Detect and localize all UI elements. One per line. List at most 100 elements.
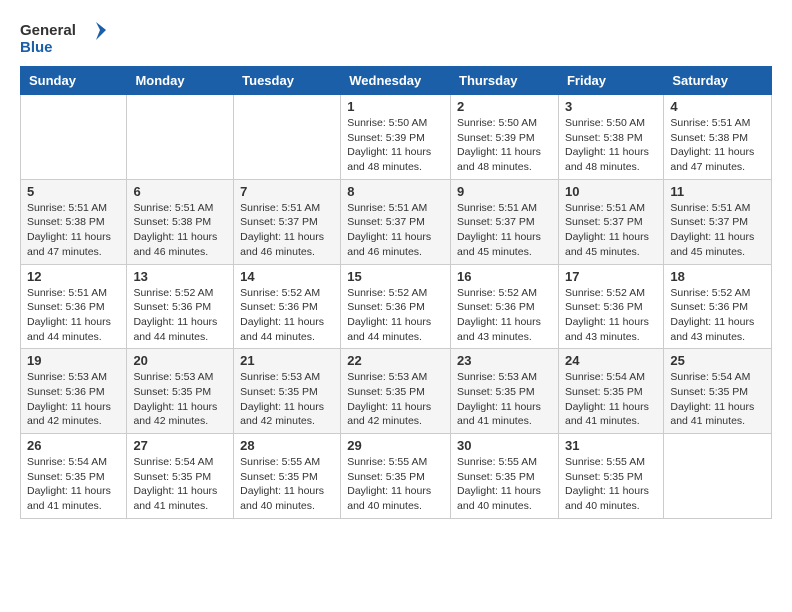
- day-info: Sunrise: 5:51 AM Sunset: 5:36 PM Dayligh…: [27, 286, 120, 345]
- logo-svg: General Blue: [20, 20, 110, 56]
- day-number: 29: [347, 438, 444, 453]
- day-info: Sunrise: 5:54 AM Sunset: 5:35 PM Dayligh…: [133, 455, 227, 514]
- day-info: Sunrise: 5:53 AM Sunset: 5:35 PM Dayligh…: [240, 370, 334, 429]
- day-number: 15: [347, 269, 444, 284]
- day-info: Sunrise: 5:51 AM Sunset: 5:37 PM Dayligh…: [347, 201, 444, 260]
- svg-text:Blue: Blue: [20, 39, 53, 56]
- day-info: Sunrise: 5:52 AM Sunset: 5:36 PM Dayligh…: [670, 286, 765, 345]
- day-number: 9: [457, 184, 552, 199]
- day-header-friday: Friday: [558, 67, 663, 95]
- calendar-cell: 12 Sunrise: 5:51 AM Sunset: 5:36 PM Dayli…: [21, 264, 127, 349]
- day-info: Sunrise: 5:53 AM Sunset: 5:36 PM Dayligh…: [27, 370, 120, 429]
- calendar-cell: 21 Sunrise: 5:53 AM Sunset: 5:35 PM Dayli…: [234, 349, 341, 434]
- calendar-cell: 13Sunrise: 5:52 AM Sunset: 5:36 PM Dayli…: [127, 264, 234, 349]
- day-number: 20: [133, 353, 227, 368]
- calendar-cell: 8Sunrise: 5:51 AM Sunset: 5:37 PM Daylig…: [341, 179, 451, 264]
- calendar-week-row: 26 Sunrise: 5:54 AM Sunset: 5:35 PM Dayli…: [21, 434, 772, 519]
- day-info: Sunrise: 5:51 AM Sunset: 5:38 PM Dayligh…: [670, 116, 765, 175]
- calendar-table: SundayMondayTuesdayWednesdayThursdayFrid…: [20, 66, 772, 519]
- svg-text:General: General: [20, 22, 76, 39]
- calendar-cell: 7 Sunrise: 5:51 AM Sunset: 5:37 PM Daylig…: [234, 179, 341, 264]
- day-number: 17: [565, 269, 657, 284]
- calendar-cell: 28 Sunrise: 5:55 AM Sunset: 5:35 PM Dayli…: [234, 434, 341, 519]
- day-info: Sunrise: 5:53 AM Sunset: 5:35 PM Dayligh…: [133, 370, 227, 429]
- calendar-cell: [664, 434, 772, 519]
- day-number: 11: [670, 184, 765, 199]
- calendar-cell: 9 Sunrise: 5:51 AM Sunset: 5:37 PM Daylig…: [451, 179, 559, 264]
- calendar-cell: 18 Sunrise: 5:52 AM Sunset: 5:36 PM Dayli…: [664, 264, 772, 349]
- day-header-sunday: Sunday: [21, 67, 127, 95]
- day-number: 24: [565, 353, 657, 368]
- day-info: Sunrise: 5:55 AM Sunset: 5:35 PM Dayligh…: [565, 455, 657, 514]
- day-info: Sunrise: 5:55 AM Sunset: 5:35 PM Dayligh…: [240, 455, 334, 514]
- day-info: Sunrise: 5:54 AM Sunset: 5:35 PM Dayligh…: [670, 370, 765, 429]
- calendar-cell: 3 Sunrise: 5:50 AM Sunset: 5:38 PM Daylig…: [558, 95, 663, 180]
- day-info: Sunrise: 5:50 AM Sunset: 5:38 PM Dayligh…: [565, 116, 657, 175]
- day-info: Sunrise: 5:55 AM Sunset: 5:35 PM Dayligh…: [347, 455, 444, 514]
- day-number: 21: [240, 353, 334, 368]
- day-number: 12: [27, 269, 120, 284]
- day-header-saturday: Saturday: [664, 67, 772, 95]
- calendar-header-row: SundayMondayTuesdayWednesdayThursdayFrid…: [21, 67, 772, 95]
- calendar-cell: 16 Sunrise: 5:52 AM Sunset: 5:36 PM Dayli…: [451, 264, 559, 349]
- calendar-cell: 4 Sunrise: 5:51 AM Sunset: 5:38 PM Daylig…: [664, 95, 772, 180]
- day-info: Sunrise: 5:54 AM Sunset: 5:35 PM Dayligh…: [27, 455, 120, 514]
- day-number: 30: [457, 438, 552, 453]
- calendar-cell: 27 Sunrise: 5:54 AM Sunset: 5:35 PM Dayli…: [127, 434, 234, 519]
- day-info: Sunrise: 5:51 AM Sunset: 5:37 PM Dayligh…: [240, 201, 334, 260]
- day-info: Sunrise: 5:51 AM Sunset: 5:38 PM Dayligh…: [27, 201, 120, 260]
- calendar-cell: 1Sunrise: 5:50 AM Sunset: 5:39 PM Daylig…: [341, 95, 451, 180]
- day-number: 28: [240, 438, 334, 453]
- calendar-cell: [127, 95, 234, 180]
- logo: General Blue: [20, 20, 110, 56]
- calendar-cell: 5 Sunrise: 5:51 AM Sunset: 5:38 PM Daylig…: [21, 179, 127, 264]
- day-number: 3: [565, 99, 657, 114]
- calendar-cell: 22 Sunrise: 5:53 AM Sunset: 5:35 PM Dayli…: [341, 349, 451, 434]
- day-info: Sunrise: 5:51 AM Sunset: 5:37 PM Dayligh…: [565, 201, 657, 260]
- day-number: 2: [457, 99, 552, 114]
- day-info: Sunrise: 5:53 AM Sunset: 5:35 PM Dayligh…: [457, 370, 552, 429]
- calendar-cell: 17 Sunrise: 5:52 AM Sunset: 5:36 PM Dayli…: [558, 264, 663, 349]
- day-number: 4: [670, 99, 765, 114]
- calendar-cell: 24 Sunrise: 5:54 AM Sunset: 5:35 PM Dayli…: [558, 349, 663, 434]
- day-header-thursday: Thursday: [451, 67, 559, 95]
- calendar-week-row: 1 Sunrise: 5:50 AM Sunset: 5:39 PM Daylig…: [21, 95, 772, 180]
- calendar-cell: 15Sunrise: 5:52 AM Sunset: 5:36 PM Dayli…: [341, 264, 451, 349]
- calendar-cell: [21, 95, 127, 180]
- calendar-week-row: 5 Sunrise: 5:51 AM Sunset: 5:38 PM Daylig…: [21, 179, 772, 264]
- day-info: Sunrise: 5:52 AM Sunset: 5:36 PM Dayligh…: [240, 286, 334, 345]
- day-header-wednesday: Wednesday: [341, 67, 451, 95]
- day-info: Sunrise: 5:51 AM Sunset: 5:37 PM Dayligh…: [670, 201, 765, 260]
- calendar-cell: 19Sunrise: 5:53 AM Sunset: 5:36 PM Dayli…: [21, 349, 127, 434]
- calendar-cell: 31 Sunrise: 5:55 AM Sunset: 5:35 PM Dayli…: [558, 434, 663, 519]
- day-number: 26: [27, 438, 120, 453]
- calendar-cell: 6Sunrise: 5:51 AM Sunset: 5:38 PM Daylig…: [127, 179, 234, 264]
- calendar-cell: 2 Sunrise: 5:50 AM Sunset: 5:39 PM Daylig…: [451, 95, 559, 180]
- day-number: 18: [670, 269, 765, 284]
- calendar-cell: 20 Sunrise: 5:53 AM Sunset: 5:35 PM Dayli…: [127, 349, 234, 434]
- calendar-cell: 14Sunrise: 5:52 AM Sunset: 5:36 PM Dayli…: [234, 264, 341, 349]
- calendar-cell: 23Sunrise: 5:53 AM Sunset: 5:35 PM Dayli…: [451, 349, 559, 434]
- calendar-cell: 10 Sunrise: 5:51 AM Sunset: 5:37 PM Dayli…: [558, 179, 663, 264]
- day-info: Sunrise: 5:51 AM Sunset: 5:37 PM Dayligh…: [457, 201, 552, 260]
- day-number: 7: [240, 184, 334, 199]
- day-number: 31: [565, 438, 657, 453]
- day-number: 10: [565, 184, 657, 199]
- day-number: 1: [347, 99, 444, 114]
- calendar-cell: 26 Sunrise: 5:54 AM Sunset: 5:35 PM Dayli…: [21, 434, 127, 519]
- day-number: 16: [457, 269, 552, 284]
- day-info: Sunrise: 5:52 AM Sunset: 5:36 PM Dayligh…: [457, 286, 552, 345]
- day-info: Sunrise: 5:52 AM Sunset: 5:36 PM Dayligh…: [565, 286, 657, 345]
- day-header-tuesday: Tuesday: [234, 67, 341, 95]
- calendar-cell: [234, 95, 341, 180]
- day-number: 5: [27, 184, 120, 199]
- day-info: Sunrise: 5:51 AM Sunset: 5:38 PM Dayligh…: [133, 201, 227, 260]
- day-info: Sunrise: 5:53 AM Sunset: 5:35 PM Dayligh…: [347, 370, 444, 429]
- day-info: Sunrise: 5:54 AM Sunset: 5:35 PM Dayligh…: [565, 370, 657, 429]
- page-header: General Blue: [20, 20, 772, 56]
- day-number: 22: [347, 353, 444, 368]
- day-info: Sunrise: 5:50 AM Sunset: 5:39 PM Dayligh…: [457, 116, 552, 175]
- calendar-cell: 11 Sunrise: 5:51 AM Sunset: 5:37 PM Dayli…: [664, 179, 772, 264]
- day-number: 27: [133, 438, 227, 453]
- day-header-monday: Monday: [127, 67, 234, 95]
